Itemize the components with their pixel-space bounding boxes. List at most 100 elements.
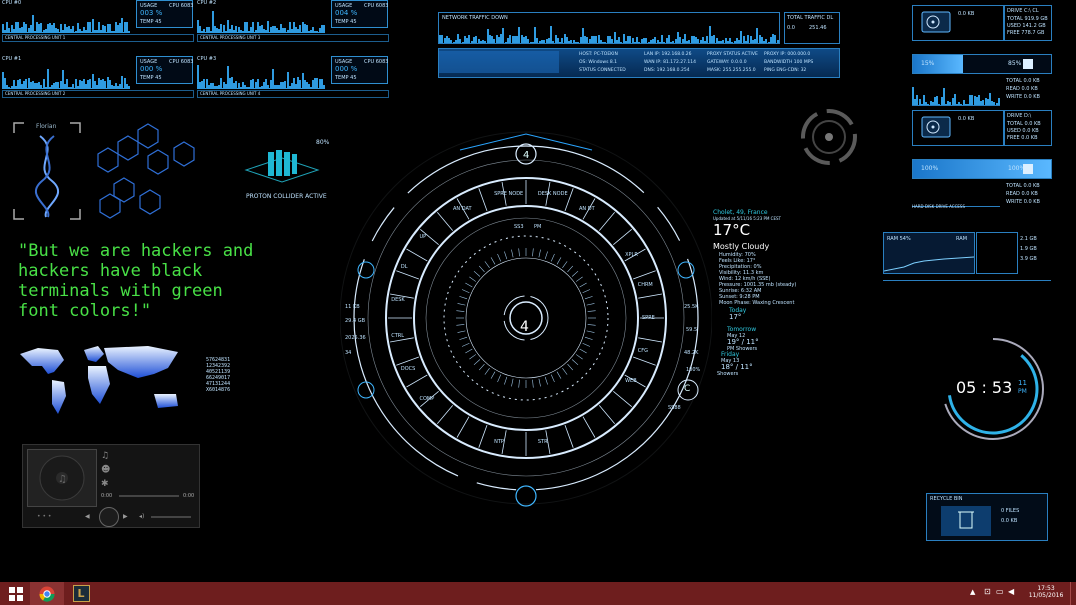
tray-network-icon[interactable]: ⊡ — [984, 588, 991, 596]
hud-ring-label[interactable]: SPRE — [642, 315, 655, 321]
hud-tick — [490, 371, 496, 379]
drive-total: TOTAL 919.9 GB — [1007, 16, 1048, 22]
weather-widget: Cholet, 49, France Updated at 5/11/16 5:… — [713, 210, 823, 402]
cpu-usage-value: 000 % — [335, 65, 358, 73]
drive-io-write: WRITE 0.0 KB — [1006, 199, 1040, 205]
windows-logo-icon — [9, 586, 23, 601]
network-info-cell: WAN IP: 81.172.27.114 — [644, 60, 696, 65]
hud-segment-divider — [456, 416, 470, 438]
drive-io-total: TOTAL 0.0 KB — [1006, 78, 1040, 84]
hud-tick — [567, 265, 574, 273]
previous-icon[interactable]: ◀ — [85, 513, 90, 520]
drive-io: TOTAL 0.0 KB READ 0.0 KB WRITE 0.0 KB — [1004, 77, 1050, 105]
hud-ring-label[interactable]: DOCS — [401, 366, 415, 372]
cpu-graph — [2, 62, 130, 89]
weather-condition: Mostly Cloudy — [713, 242, 770, 251]
weather-temp: 17°C — [713, 221, 751, 239]
cpu-footer-label: CENTRAL PROCESSING UNIT 3 — [200, 35, 261, 40]
hud-tick — [532, 248, 534, 257]
tray-volume-icon[interactable]: ◀ — [1008, 588, 1014, 596]
play-button[interactable] — [99, 507, 119, 527]
ram-label: RAM — [956, 236, 968, 242]
clock-hours: 05 — [956, 378, 977, 397]
weather-today-temp: 17° — [729, 313, 742, 321]
dropdown-arrow-icon[interactable] — [1023, 164, 1033, 174]
repeat-icon[interactable]: • • • — [37, 513, 51, 520]
hud-tick — [518, 379, 520, 388]
hud-tick — [544, 251, 548, 260]
drive-activity-graph — [912, 77, 1000, 106]
cpu-usage-value: 004 % — [335, 9, 358, 17]
cpu-stat: USAGE CPU 6083 004 % TEMP 45 — [331, 0, 388, 28]
graph-bar — [322, 25, 325, 32]
hud-ring-label[interactable]: AN DAT — [453, 206, 472, 212]
hud-segment-divider — [613, 390, 632, 408]
start-button[interactable] — [0, 582, 32, 605]
hard-drive-icon — [921, 11, 951, 33]
hud-tick — [478, 265, 485, 273]
hud-tick — [556, 371, 562, 379]
radar-widget-icon — [801, 109, 857, 165]
volume-slider[interactable] — [151, 516, 191, 518]
cpu-temp: TEMP 45 — [140, 75, 162, 81]
cpu-temp: TEMP 45 — [335, 75, 357, 81]
drive-panel-c: 0.0 KB DRIVE C:\ CL TOTAL 919.9 GB USED … — [912, 5, 1052, 106]
hud-tick — [473, 270, 481, 277]
graph-bar — [776, 40, 779, 43]
hud-ring-label[interactable]: COMP — [419, 396, 434, 402]
hud-tick — [456, 324, 465, 326]
network-info-bar — [439, 51, 559, 73]
hud-right-label: 25.5K — [684, 304, 699, 310]
recycle-title: RECYCLE BIN — [930, 496, 963, 502]
next-icon[interactable]: ▶ — [123, 513, 128, 520]
dropdown-arrow-icon[interactable] — [1023, 59, 1033, 69]
hud-ring-label[interactable]: CTRL — [391, 333, 404, 339]
hud-tick — [473, 359, 481, 366]
hud-tick — [550, 253, 555, 262]
hud-top-value: SS3 — [514, 224, 524, 230]
map-number: X6014876 — [206, 387, 231, 393]
volume-icon[interactable]: ◂) — [139, 513, 144, 520]
hud-ring-label[interactable]: NTP — [494, 439, 504, 445]
hud-tick — [484, 367, 490, 375]
hud-ring-label[interactable]: DESK NODE — [538, 191, 568, 197]
hud-tick — [459, 336, 468, 340]
hud-ring-label[interactable]: AN DT — [579, 206, 595, 212]
hud-tick — [497, 374, 502, 383]
tray-up-arrow-icon[interactable]: ▲ — [970, 589, 975, 596]
cpu-footer-label: CENTRAL PROCESSING UNIT 1 — [5, 35, 66, 40]
recycle-bin-widget[interactable]: RECYCLE BIN 0 FILES 0.0 KB — [926, 493, 1048, 541]
hud-tick — [484, 261, 490, 269]
chrome-taskbar-button[interactable] — [30, 582, 64, 605]
hud-ring-label[interactable]: DL — [401, 264, 408, 270]
media-time-start: 0:00 — [101, 493, 113, 499]
seek-bar[interactable] — [119, 495, 179, 497]
show-desktop-button[interactable] — [1070, 582, 1076, 605]
hud-ring-label[interactable]: UP — [419, 234, 426, 240]
hud-tick — [459, 296, 468, 300]
tray-clock[interactable]: 17:53 11/05/2016 — [1024, 585, 1068, 603]
ram-footer-bar — [883, 280, 1051, 291]
hud-ring-label[interactable]: CFG — [638, 348, 648, 354]
hud-ring-label[interactable]: WEB — [625, 378, 637, 384]
drive-usage-bar: 100% 100% — [912, 159, 1052, 179]
drive-percent: 100% — [921, 165, 939, 172]
graph-bar — [31, 15, 34, 32]
hud-segment-divider — [478, 424, 488, 448]
hud-ring-label[interactable]: STR — [538, 439, 548, 445]
hud-tick — [469, 276, 477, 282]
hud-ring-label[interactable]: CHRM — [638, 282, 653, 288]
tray-display-icon[interactable]: ▭ — [996, 588, 1004, 596]
recycle-size: 0.0 KB — [1001, 518, 1018, 524]
hud-ring-label[interactable]: SPRE NODE — [494, 191, 523, 197]
hud-ring-label[interactable]: XPLR — [625, 252, 638, 258]
svg-text:♫: ♫ — [58, 474, 67, 485]
hud-segment-divider — [436, 212, 454, 231]
hud-tick — [584, 296, 593, 300]
world-map-icon — [20, 346, 178, 414]
league-taskbar-button[interactable]: L — [66, 582, 96, 605]
network-info-cell: GATEWAY: 0.0.0.0 — [707, 60, 747, 65]
hud-tick — [571, 359, 579, 366]
hud-ring-label[interactable]: DESK — [391, 297, 404, 303]
drive-stats: DRIVE C:\ CL TOTAL 919.9 GB USED 141.2 G… — [1004, 5, 1052, 41]
